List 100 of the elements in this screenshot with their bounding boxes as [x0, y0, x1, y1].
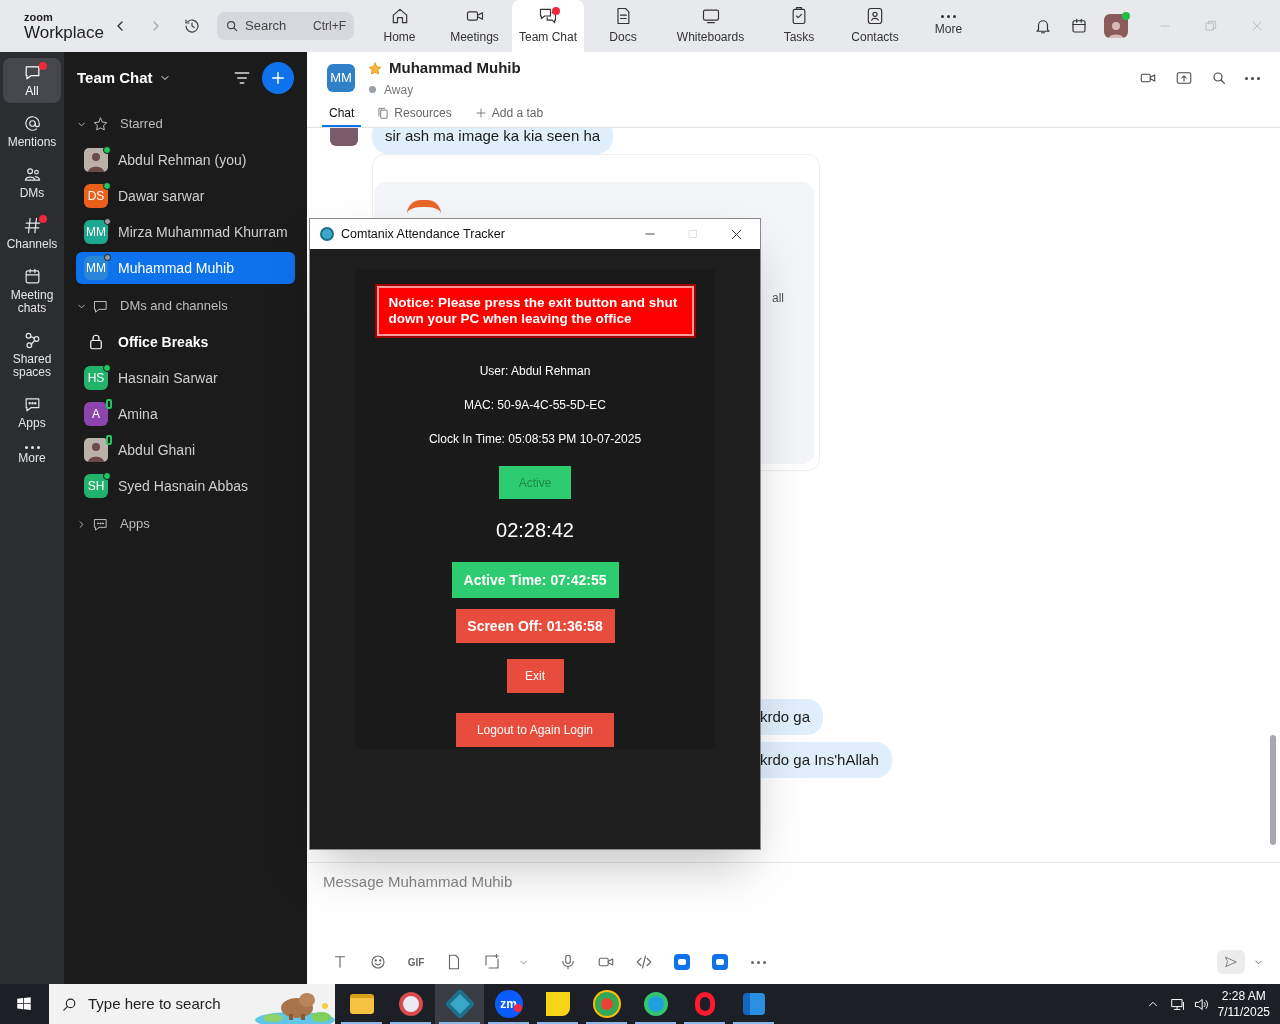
plus-icon [473, 106, 488, 120]
search-icon [225, 19, 239, 33]
nav-tab[interactable]: Contacts [839, 0, 911, 52]
nav-tab[interactable]: More [911, 0, 986, 52]
info-text: Clock In Time: 05:08:53 PM 10-07-2025 [428, 431, 642, 448]
ring-icon [694, 992, 715, 1016]
time-counter: Screen Off: 01:36:58 [455, 609, 615, 643]
conversation-item[interactable]: Office Breaks [76, 326, 295, 358]
contact-avatar: MM [327, 64, 355, 92]
app-icon[interactable] [712, 954, 728, 970]
clock[interactable]: 2:28 AM 7/11/2025 [1217, 988, 1270, 1020]
info-text: User: Abdul Rehman [479, 363, 591, 380]
people-icon [22, 165, 42, 184]
pages-icon [376, 106, 391, 120]
share-screen-icon[interactable] [1175, 69, 1193, 87]
app-icon[interactable] [674, 954, 690, 970]
more-icon[interactable] [750, 960, 766, 964]
rail-item[interactable]: Shared spaces [3, 326, 61, 384]
avatar: MM [84, 256, 108, 280]
brand-name: Workplace [24, 23, 104, 41]
contact-card-icon [865, 6, 885, 26]
scrollbar-thumb[interactable] [1270, 735, 1276, 845]
hash-icon [22, 216, 42, 235]
contact-status: Away [384, 81, 414, 99]
send-icon [1224, 955, 1238, 969]
rail-item[interactable]: Apps [3, 390, 61, 435]
nav-tab[interactable]: Meetings [437, 0, 512, 52]
more-icon [24, 446, 40, 449]
windows-start-icon[interactable] [15, 995, 33, 1013]
status-indicator: Active [499, 466, 571, 499]
avatar-icon [84, 148, 108, 172]
tab[interactable]: Resources [369, 101, 459, 127]
rail-item[interactable]: Mentions [3, 109, 61, 154]
nav-tab[interactable]: Team Chat [512, 0, 584, 52]
lock-icon [87, 333, 105, 351]
message-bubble: sir ash ma image ka kia seen ha [372, 128, 614, 154]
send-button[interactable] [1217, 950, 1245, 974]
rail-item[interactable]: DMs [3, 160, 61, 205]
calendar-icon[interactable] [1070, 17, 1088, 35]
message-input[interactable]: Message Muhammad Muhib [323, 871, 1264, 893]
section-header[interactable]: Starred [64, 106, 307, 142]
gif-button[interactable]: GIF [407, 954, 425, 970]
new-chat-button[interactable] [262, 62, 294, 94]
chat-bubbles-icon [538, 6, 558, 26]
microphone-icon[interactable] [559, 953, 577, 971]
avatar: DS [84, 184, 108, 208]
conversation-item[interactable]: SH Syed Hasnain Abbas [76, 470, 295, 502]
rail-item[interactable]: Channels [3, 211, 61, 256]
conversation-item[interactable]: MM Mirza Muhammad Khurram [76, 216, 295, 248]
browser-icon [643, 992, 668, 1016]
conversation-item[interactable]: HS Hasnain Sarwar [76, 362, 295, 394]
tab[interactable]: Add a tab [466, 101, 551, 127]
conversation-item[interactable]: MM Muhammad Muhib [76, 252, 295, 284]
rail-item[interactable]: All [3, 58, 61, 103]
timer-text: 02:28:42 [496, 518, 574, 543]
search-field[interactable]: Search Ctrl+F [217, 12, 354, 40]
exit-button[interactable]: Exit [506, 659, 564, 693]
avatar: HS [84, 366, 108, 390]
nav-tab[interactable]: Tasks [759, 0, 839, 52]
contact-name: Muhammad Muhib [389, 58, 521, 79]
plus-icon [269, 69, 287, 87]
screenshot-icon[interactable] [483, 953, 501, 971]
more-icon [941, 14, 956, 18]
search-icon[interactable] [1211, 70, 1227, 86]
avatar-icon [84, 438, 108, 462]
emoji-icon[interactable] [369, 953, 387, 971]
conversation-item[interactable]: Abdul Ghani [76, 434, 295, 466]
notice-banner: Notice: Please press the exit button and shut down your PC when leaving the office [376, 286, 694, 336]
palette-icon [398, 992, 423, 1016]
search-placeholder: Search [245, 17, 287, 36]
rail-item[interactable]: Meeting chats [3, 262, 61, 320]
folder-icon [349, 994, 374, 1014]
conversation-item[interactable]: A Amina [76, 398, 295, 430]
section-header[interactable]: DMs and channels [64, 288, 307, 324]
window-title: Comtanix Attendance Tracker [341, 225, 505, 243]
at-sign-icon [22, 114, 42, 133]
rail-item[interactable]: More [3, 441, 61, 470]
bell-icon[interactable] [1034, 17, 1052, 35]
nav-tab[interactable]: Whiteboards [662, 0, 759, 52]
history-icon[interactable] [183, 17, 201, 35]
avatar: MM [84, 220, 108, 244]
star-icon [92, 115, 109, 133]
profile-avatar[interactable] [1104, 14, 1128, 38]
more-icon[interactable] [1245, 76, 1260, 80]
taskbar-search-field[interactable]: Type here to search [49, 984, 335, 1024]
conversation-item[interactable]: DS Dawar sarwar [76, 180, 295, 212]
app-logo-icon [320, 227, 334, 241]
logout-button[interactable]: Logout to Again Login [456, 713, 614, 747]
info-text: MAC: 50-9A-4C-55-5D-EC [463, 397, 606, 414]
code-icon[interactable] [635, 953, 653, 971]
section-header[interactable]: Apps [64, 506, 307, 542]
star-icon[interactable] [367, 60, 383, 77]
nav-tab[interactable]: Docs [584, 0, 662, 52]
conversation-item[interactable]: Abdul Rehman (you) [76, 144, 295, 176]
brand-small-text: zoom [24, 11, 54, 23]
nav-tab[interactable]: Home [362, 0, 437, 52]
search-placeholder: Type here to search [88, 993, 221, 1014]
sidebar-title[interactable]: Team Chat [77, 66, 171, 90]
clock-date: 7/11/2025 [1217, 1004, 1270, 1020]
shortcut-hint: Ctrl+F [313, 18, 346, 35]
